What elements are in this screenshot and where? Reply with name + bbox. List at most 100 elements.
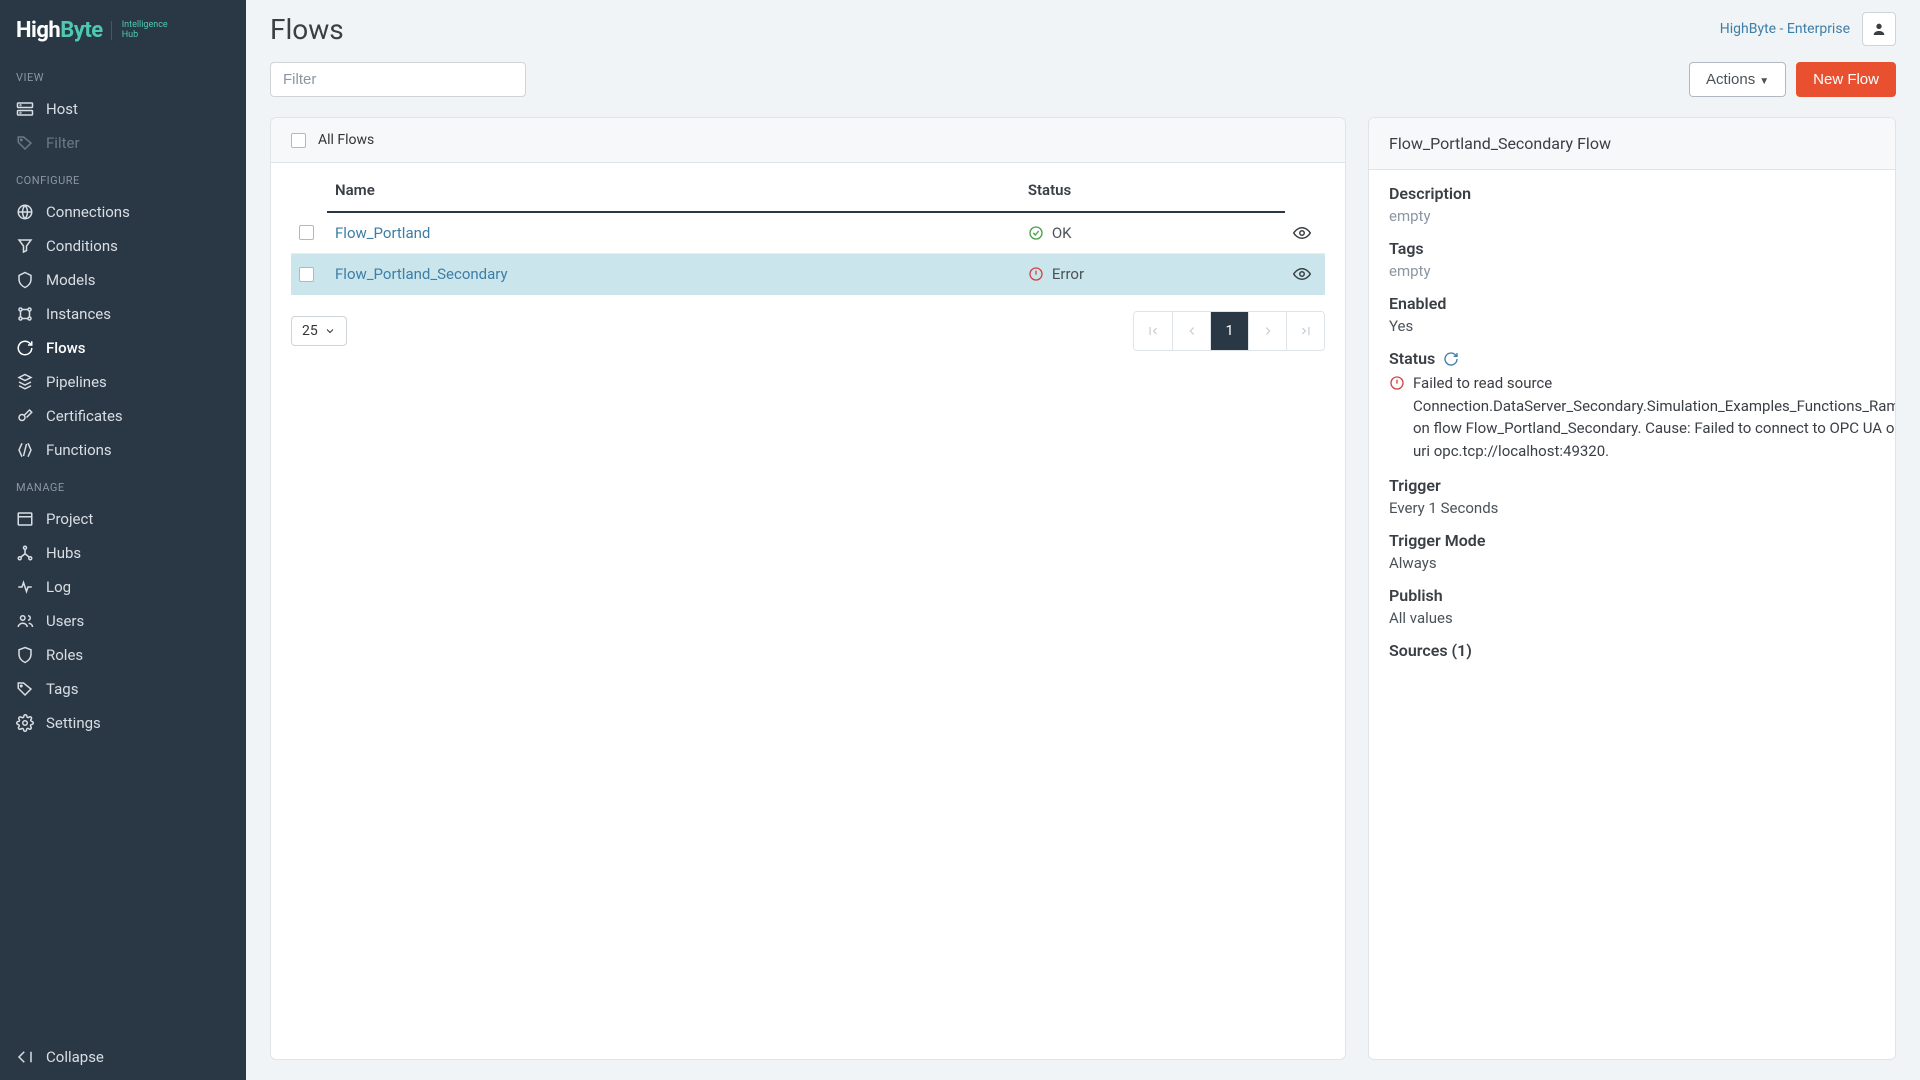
page-last-button[interactable] xyxy=(1286,312,1324,350)
chevron-down-icon xyxy=(324,325,336,337)
page-prev-button[interactable] xyxy=(1172,312,1210,350)
sidebar-item-label: Filter xyxy=(46,134,80,152)
flow-link[interactable]: Flow_Portland_Secondary xyxy=(335,265,508,283)
sidebar-item-log[interactable]: Log xyxy=(0,570,246,604)
conditions-icon xyxy=(16,237,34,255)
sidebar-item-label: Connections xyxy=(46,203,130,221)
page-next-button[interactable] xyxy=(1248,312,1286,350)
select-all-checkbox[interactable] xyxy=(291,133,306,148)
flows-card: All Flows Name Status xyxy=(270,117,1346,1060)
settings-icon xyxy=(16,714,34,732)
page-number-button[interactable]: 1 xyxy=(1210,312,1248,350)
pagination: 1 xyxy=(1133,311,1325,351)
sidebar-item-filter[interactable]: Filter xyxy=(0,126,246,160)
sidebar-item-label: Roles xyxy=(46,646,83,664)
sidebar-item-users[interactable]: Users xyxy=(0,604,246,638)
detail-label-status: Status xyxy=(1389,349,1875,368)
detail-value-tags: empty xyxy=(1389,262,1875,280)
functions-icon xyxy=(16,441,34,459)
detail-label-publish: Publish xyxy=(1389,586,1875,605)
host-icon xyxy=(16,100,34,118)
sidebar-item-hubs[interactable]: Hubs xyxy=(0,536,246,570)
sidebar-item-label: Instances xyxy=(46,305,111,323)
sidebar-item-connections[interactable]: Connections xyxy=(0,195,246,229)
users-icon xyxy=(16,612,34,630)
detail-label-tags: Tags xyxy=(1389,239,1875,258)
filter-input[interactable] xyxy=(270,62,526,97)
sidebar-item-conditions[interactable]: Conditions xyxy=(0,229,246,263)
view-button[interactable] xyxy=(1293,224,1317,242)
sidebar-item-instances[interactable]: Instances xyxy=(0,297,246,331)
error-circle-icon xyxy=(1028,266,1044,282)
detail-pane: Flow_Portland_Secondary Flow Description… xyxy=(1368,117,1896,1060)
view-button[interactable] xyxy=(1293,265,1317,283)
sidebar-item-label: Conditions xyxy=(46,237,118,255)
refresh-icon[interactable] xyxy=(1443,351,1459,367)
detail-label-trigger-mode: Trigger Mode xyxy=(1389,531,1875,550)
pipelines-icon xyxy=(16,373,34,391)
detail-label-enabled: Enabled xyxy=(1389,294,1875,313)
sidebar-item-project[interactable]: Project xyxy=(0,502,246,536)
detail-value-trigger: Every 1 Seconds xyxy=(1389,499,1875,517)
row-checkbox[interactable] xyxy=(299,267,314,282)
sidebar-item-label: Host xyxy=(46,100,78,118)
collapse-button[interactable]: Collapse xyxy=(16,1048,230,1066)
flows-icon xyxy=(16,339,34,357)
col-name: Name xyxy=(327,163,1020,212)
log-icon xyxy=(16,578,34,596)
sidebar-item-label: Flows xyxy=(46,339,85,357)
detail-value-description: empty xyxy=(1389,207,1875,225)
license-link[interactable]: HighByte - Enterprise xyxy=(1720,21,1850,37)
table-row[interactable]: Flow_Portland OK xyxy=(291,212,1325,254)
detail-value-enabled: Yes xyxy=(1389,317,1875,335)
sidebar-item-flows[interactable]: Flows xyxy=(0,331,246,365)
flow-link[interactable]: Flow_Portland xyxy=(335,224,430,242)
sidebar-item-tags[interactable]: Tags xyxy=(0,672,246,706)
topbar: Flows HighByte - Enterprise xyxy=(246,0,1920,46)
user-icon xyxy=(1871,21,1887,37)
card-footer: 25 1 xyxy=(271,295,1345,369)
sidebar-item-functions[interactable]: Functions xyxy=(0,433,246,467)
status-text: OK xyxy=(1052,224,1072,242)
collapse-icon xyxy=(16,1048,34,1066)
sidebar-heading-manage: MANAGE xyxy=(0,467,246,502)
sidebar-heading-configure: CONFIGURE xyxy=(0,160,246,195)
check-circle-icon xyxy=(1028,225,1044,241)
row-checkbox[interactable] xyxy=(299,225,314,240)
logo-text: HighByte xyxy=(16,18,103,43)
sidebar-item-pipelines[interactable]: Pipelines xyxy=(0,365,246,399)
sidebar-item-settings[interactable]: Settings xyxy=(0,706,246,740)
page-title: Flows xyxy=(270,13,344,46)
detail-title: Flow_Portland_Secondary Flow xyxy=(1369,118,1895,170)
detail-label-description: Description xyxy=(1389,184,1875,203)
page-size-select[interactable]: 25 xyxy=(291,316,347,346)
status-text: Error xyxy=(1052,265,1084,283)
sidebar-item-label: Project xyxy=(46,510,93,528)
sidebar-item-models[interactable]: Models xyxy=(0,263,246,297)
sidebar: HighByte IntelligenceHub VIEW Host Filte… xyxy=(0,0,246,1080)
models-icon xyxy=(16,271,34,289)
hubs-icon xyxy=(16,544,34,562)
sidebar-item-roles[interactable]: Roles xyxy=(0,638,246,672)
toolbar: Actions▼ New Flow xyxy=(246,46,1920,97)
sidebar-item-label: Users xyxy=(46,612,84,630)
page-first-button[interactable] xyxy=(1134,312,1172,350)
sidebar-heading-view: VIEW xyxy=(0,57,246,92)
col-status: Status xyxy=(1020,163,1285,212)
sidebar-item-label: Functions xyxy=(46,441,112,459)
tag-icon xyxy=(16,134,34,152)
table-row[interactable]: Flow_Portland_Secondary Error xyxy=(291,254,1325,295)
actions-button[interactable]: Actions▼ xyxy=(1689,62,1786,97)
user-button[interactable] xyxy=(1862,12,1896,46)
sidebar-item-label: Pipelines xyxy=(46,373,107,391)
roles-icon xyxy=(16,646,34,664)
sidebar-item-certificates[interactable]: Certificates xyxy=(0,399,246,433)
sidebar-item-host[interactable]: Host xyxy=(0,92,246,126)
new-flow-button[interactable]: New Flow xyxy=(1796,62,1896,97)
tags-icon xyxy=(16,680,34,698)
sidebar-item-label: Tags xyxy=(46,680,78,698)
card-header: All Flows xyxy=(271,118,1345,163)
sidebar-item-label: Log xyxy=(46,578,71,596)
main: Flows HighByte - Enterprise Actions▼ New… xyxy=(246,0,1920,1080)
sidebar-item-label: Models xyxy=(46,271,95,289)
